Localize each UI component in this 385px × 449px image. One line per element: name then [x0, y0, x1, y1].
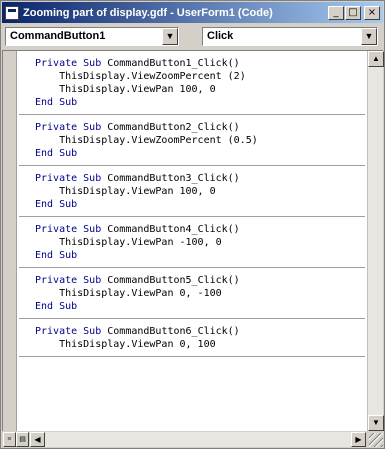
- code-keyword: Private Sub: [35, 224, 102, 235]
- scroll-right-icon[interactable]: ▶: [351, 432, 366, 447]
- code-line: ThisDisplay.ViewZoomPercent (0.5): [35, 134, 365, 147]
- code-line: Private Sub CommandButton6_Click(): [35, 325, 365, 338]
- vba-code-window-icon: [5, 5, 19, 20]
- maximize-button[interactable]: □: [345, 5, 361, 20]
- resize-grip-icon[interactable]: [369, 433, 383, 447]
- code-line: ThisDisplay.ViewZoomPercent (2): [35, 70, 365, 83]
- code-line: Private Sub CommandButton4_Click(): [35, 223, 365, 236]
- scroll-up-icon[interactable]: ▲: [368, 51, 384, 67]
- chevron-down-icon[interactable]: ▼: [361, 28, 377, 45]
- horizontal-scrollbar[interactable]: ◀ ▶: [30, 432, 366, 447]
- combo-row: CommandButton1 ▼ Click ▼: [2, 23, 383, 49]
- code-keyword: End Sub: [35, 97, 78, 108]
- code-line: End Sub: [35, 147, 365, 160]
- full-module-view-icon[interactable]: ▤: [16, 432, 29, 447]
- bottom-bar: ≡ ▤ ◀ ▶: [2, 431, 383, 448]
- scroll-down-icon[interactable]: ▼: [368, 415, 384, 431]
- code-text: CommandButton5_Click(): [101, 275, 240, 286]
- minimize-button[interactable]: _: [328, 5, 344, 20]
- code-text: CommandButton3_Click(): [101, 173, 240, 184]
- code-text: ThisDisplay.ViewPan 100, 0: [35, 186, 216, 197]
- code-window: Zooming part of display.gdf - UserForm1 …: [0, 0, 385, 449]
- code-keyword: Private Sub: [35, 122, 102, 133]
- code-keyword: End Sub: [35, 148, 78, 159]
- code-line: End Sub: [35, 96, 365, 109]
- margin-indicator-bar[interactable]: [3, 51, 17, 431]
- code-keyword: End Sub: [35, 301, 78, 312]
- procedure-combo-value: Click: [207, 30, 234, 42]
- code-line: Private Sub CommandButton3_Click(): [35, 172, 365, 185]
- chevron-down-icon[interactable]: ▼: [162, 28, 178, 45]
- code-line: Private Sub CommandButton5_Click(): [35, 274, 365, 287]
- code-keyword: End Sub: [35, 199, 78, 210]
- code-text: ThisDisplay.ViewPan -100, 0: [35, 237, 222, 248]
- code-procedure-block: Private Sub CommandButton2_Click() ThisD…: [19, 115, 365, 166]
- code-line: ThisDisplay.ViewPan -100, 0: [35, 236, 365, 249]
- procedure-combo[interactable]: Click ▼: [202, 27, 378, 46]
- code-text: CommandButton4_Click(): [101, 224, 240, 235]
- code-text-area[interactable]: Private Sub CommandButton1_Click() ThisD…: [19, 51, 365, 431]
- code-keyword: Private Sub: [35, 275, 102, 286]
- procedure-view-icon[interactable]: ≡: [3, 432, 16, 447]
- code-line: Private Sub CommandButton2_Click(): [35, 121, 365, 134]
- code-keyword: Private Sub: [35, 326, 102, 337]
- code-line: End Sub: [35, 300, 365, 313]
- vertical-scrollbar[interactable]: ▲ ▼: [367, 51, 384, 431]
- code-text: CommandButton1_Click(): [101, 58, 240, 69]
- code-text: CommandButton2_Click(): [101, 122, 240, 133]
- code-text: ThisDisplay.ViewZoomPercent (0.5): [35, 135, 258, 146]
- code-line: End Sub: [35, 198, 365, 211]
- code-editor[interactable]: Private Sub CommandButton1_Click() ThisD…: [2, 50, 384, 431]
- object-combo[interactable]: CommandButton1 ▼: [5, 27, 179, 46]
- code-line: End Sub: [35, 249, 365, 262]
- close-button[interactable]: ×: [364, 5, 380, 20]
- code-keyword: Private Sub: [35, 173, 102, 184]
- object-combo-value: CommandButton1: [10, 30, 106, 42]
- code-procedure-block: Private Sub CommandButton6_Click() ThisD…: [19, 319, 365, 357]
- code-procedure-block: Private Sub CommandButton4_Click() ThisD…: [19, 217, 365, 268]
- code-line: ThisDisplay.ViewPan 100, 0: [35, 185, 365, 198]
- code-text: ThisDisplay.ViewPan 0, -100: [35, 288, 222, 299]
- title-bar[interactable]: Zooming part of display.gdf - UserForm1 …: [2, 2, 383, 23]
- code-procedure-block: Private Sub CommandButton3_Click() ThisD…: [19, 166, 365, 217]
- code-text: CommandButton6_Click(): [101, 326, 240, 337]
- code-procedure-block: Private Sub CommandButton1_Click() ThisD…: [19, 51, 365, 115]
- code-line: Private Sub CommandButton1_Click(): [35, 57, 365, 70]
- code-keyword: End Sub: [35, 250, 78, 261]
- code-line: ThisDisplay.ViewPan 100, 0: [35, 83, 365, 96]
- code-keyword: Private Sub: [35, 58, 102, 69]
- window-title: Zooming part of display.gdf - UserForm1 …: [23, 6, 273, 19]
- code-text: ThisDisplay.ViewPan 0, 100: [35, 339, 216, 350]
- code-procedure-block: Private Sub CommandButton5_Click() ThisD…: [19, 268, 365, 319]
- code-text: ThisDisplay.ViewPan 100, 0: [35, 84, 216, 95]
- code-line: ThisDisplay.ViewPan 0, 100: [35, 338, 365, 351]
- scroll-left-icon[interactable]: ◀: [30, 432, 45, 447]
- code-line: ThisDisplay.ViewPan 0, -100: [35, 287, 365, 300]
- code-text: ThisDisplay.ViewZoomPercent (2): [35, 71, 246, 82]
